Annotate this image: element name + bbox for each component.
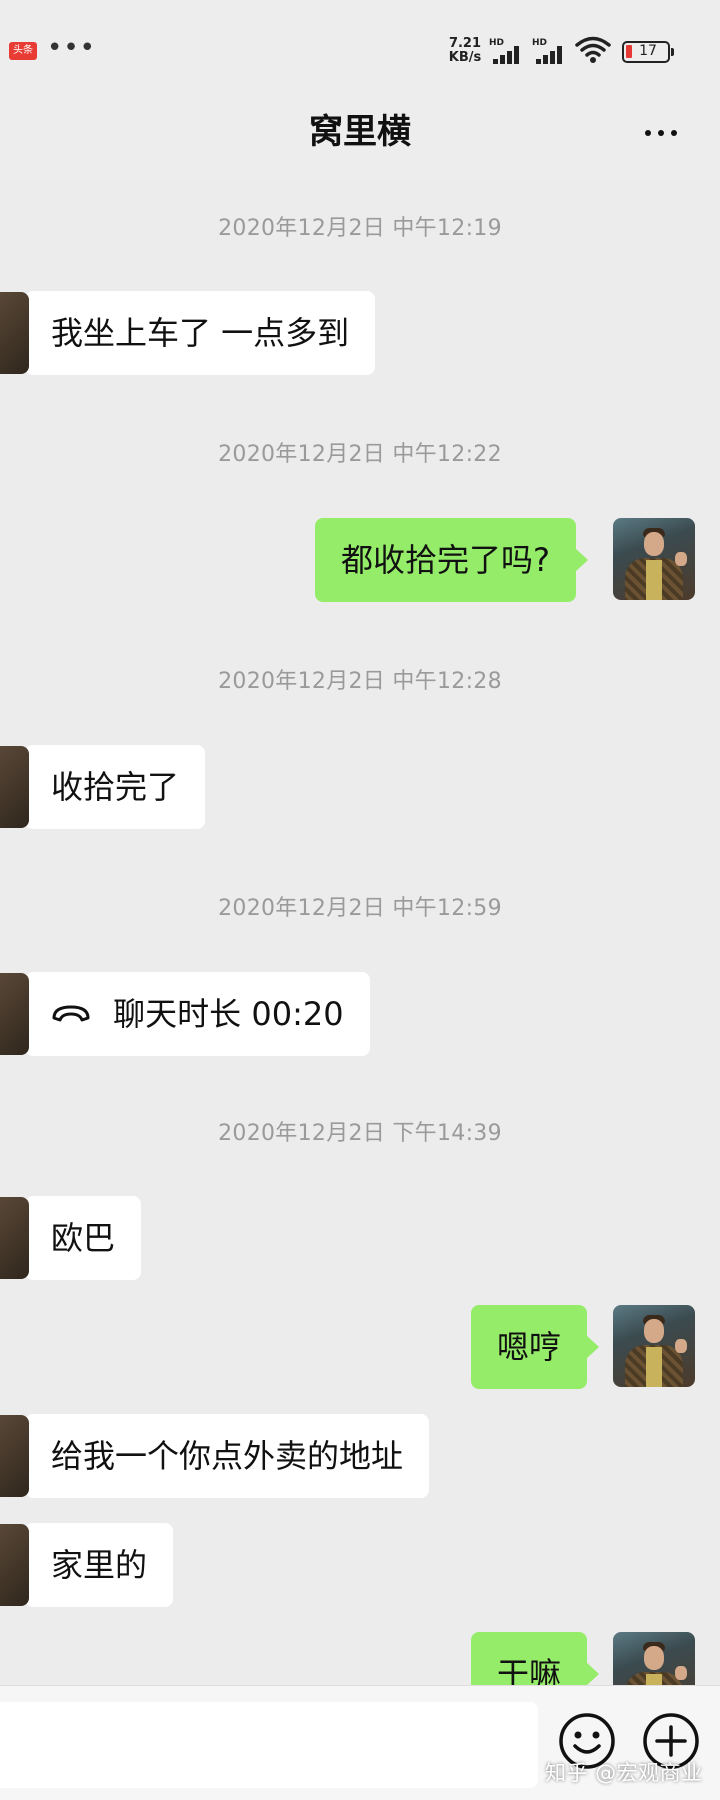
message-list[interactable]: 2020年12月2日 中午12:19 我坐上车了 一点多到 2020年12月2日… [0,180,720,1685]
network-speed-value: 7.21 [448,36,482,51]
call-record-bubble[interactable]: 聊天时长 00:20 [0,972,370,1056]
contact-avatar[interactable] [0,1524,29,1606]
zhihu-watermark: 知乎 @宏观商业 [545,1761,703,1785]
timestamp: 2020年12月2日 中午12:22 [218,442,502,467]
chat-title: 窝里横 [309,112,411,152]
timestamp: 2020年12月2日 下午14:39 [218,1121,502,1146]
toutiao-app-icon: 头条 [9,42,37,60]
battery-icon: 17 [622,41,674,63]
contact-avatar[interactable] [0,1415,29,1497]
call-duration-text: 聊天时长 00:20 [113,995,344,1033]
incoming-message-bubble[interactable]: 欧巴 [0,1196,142,1280]
message-text: 嗯哼 [497,1328,562,1366]
signal-2-icon: HD [532,38,576,64]
message-text: 干嘛 [497,1655,562,1685]
timestamp: 2020年12月2日 中午12:59 [218,896,502,921]
wifi-icon [575,36,611,63]
notification-overflow-icon: ••• [47,33,97,63]
more-dots-icon[interactable] [636,118,686,148]
message-text: 都收拾完了吗? [341,541,550,579]
my-avatar[interactable] [613,1305,695,1387]
message-text: 欧巴 [51,1219,116,1257]
contact-avatar[interactable] [0,1197,29,1279]
timestamp: 2020年12月2日 中午12:28 [218,669,502,694]
message-text: 家里的 [51,1546,148,1584]
phone-hangup-icon [52,1005,90,1022]
contact-avatar[interactable] [0,746,29,828]
incoming-message-bubble[interactable]: 我坐上车了 一点多到 [0,291,376,375]
message-text: 收拾完了 [51,768,180,806]
incoming-message-bubble[interactable]: 收拾完了 [0,745,206,829]
my-avatar[interactable] [613,1632,695,1685]
outgoing-message-bubble[interactable]: 都收拾完了吗? [315,518,588,602]
my-avatar[interactable] [613,518,695,600]
contact-avatar[interactable] [0,292,29,374]
battery-level: 17 [639,43,657,59]
chat-header: 窝里横 [0,100,720,180]
outgoing-message-bubble[interactable]: 嗯哼 [471,1305,600,1389]
incoming-message-bubble[interactable]: 家里的 [0,1523,174,1607]
contact-avatar[interactable] [0,973,29,1055]
incoming-message-bubble[interactable]: 给我一个你点外卖的地址 [0,1414,430,1498]
message-text: 我坐上车了 一点多到 [51,314,350,352]
network-speed-unit: KB/s [448,50,482,65]
signal-1-icon: HD [489,38,533,64]
outgoing-message-bubble[interactable]: 干嘛 [471,1632,600,1685]
status-bar: 头条 ••• 7.21 KB/s HD HD 17 [0,0,720,100]
message-input[interactable] [0,1702,538,1788]
message-text: 给我一个你点外卖的地址 [51,1437,404,1475]
network-speed: 7.21 KB/s [445,37,485,65]
timestamp: 2020年12月2日 中午12:19 [218,216,502,241]
